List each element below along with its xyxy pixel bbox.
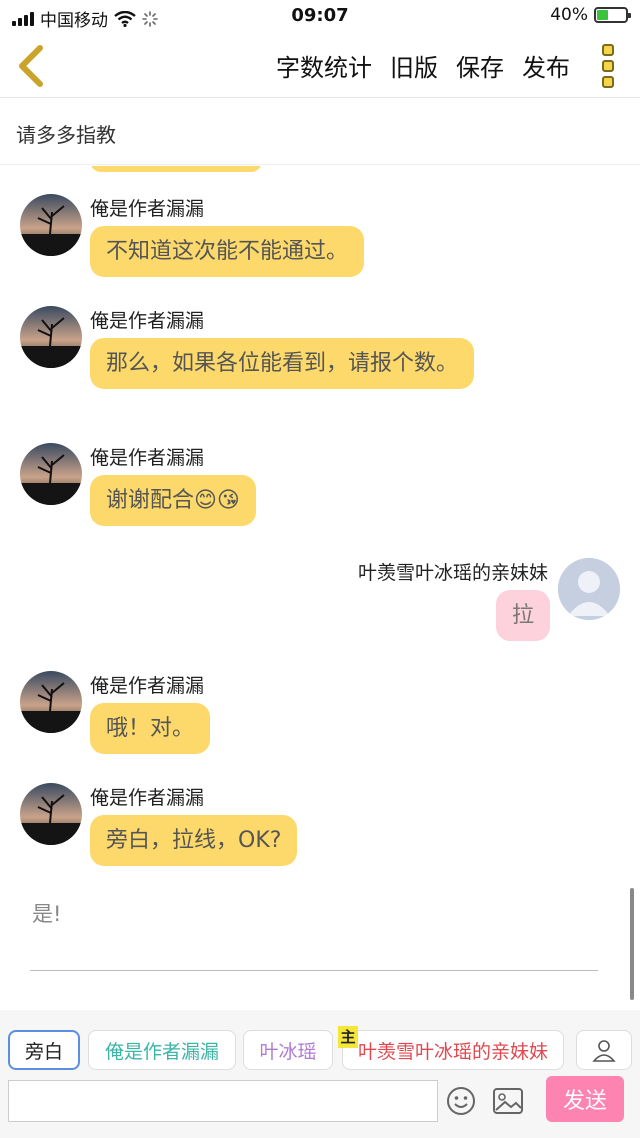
avatar[interactable]: [20, 783, 82, 845]
input-bar: 发送: [0, 1076, 640, 1138]
top-nav: 字数统计 旧版 保存 发布: [0, 34, 640, 98]
message-bubble[interactable]: 谢谢配合😊😘: [90, 475, 256, 526]
message-bubble[interactable]: 那么，如果各位能看到，请报个数。: [90, 338, 474, 389]
avatar[interactable]: [20, 671, 82, 733]
sender-name: 俺是作者漏漏: [90, 198, 205, 220]
host-badge: 主: [338, 1026, 358, 1048]
sender-name: 俺是作者漏漏: [90, 787, 205, 809]
chevron-left-icon[interactable]: [12, 44, 52, 88]
message-bubble[interactable]: 哦！对。: [90, 703, 211, 754]
avatar[interactable]: [20, 306, 82, 368]
save-button[interactable]: 保存: [456, 48, 504, 83]
chat-area[interactable]: 俺是作者漏漏 不知道这次能不能通过。 俺是作者漏漏 那么，如果各位能看到，请报个…: [0, 166, 640, 1006]
sender-name: 俺是作者漏漏: [90, 310, 205, 332]
role-ice-button[interactable]: 叶冰瑶: [243, 1030, 333, 1070]
battery-percent: 40%: [550, 5, 588, 25]
sender-name: 叶羡雪叶冰瑶的亲妹妹: [357, 562, 548, 584]
title-row: 请多多指教: [0, 99, 640, 165]
sender-name: 俺是作者漏漏: [90, 675, 205, 697]
more-vertical-icon[interactable]: [602, 44, 618, 88]
role-selector: 旁白 俺是作者漏漏 叶冰瑶 叶羡雪叶冰瑶的亲妹妹 主: [0, 1010, 640, 1080]
nav-actions: 字数统计 旧版 保存 发布: [276, 48, 570, 83]
avatar[interactable]: [558, 558, 620, 620]
scrollbar[interactable]: [630, 888, 634, 1000]
message-bubble[interactable]: 不知道这次能不能通过。: [90, 226, 365, 277]
add-role-button[interactable]: [576, 1030, 632, 1070]
publish-button[interactable]: 发布: [522, 48, 570, 83]
message-input[interactable]: [8, 1080, 438, 1122]
message-bubble[interactable]: 旁白，拉线，OK?: [90, 815, 298, 866]
role-sister-button[interactable]: 叶羡雪叶冰瑶的亲妹妹: [342, 1030, 564, 1070]
page-title[interactable]: 请多多指教: [16, 119, 116, 148]
status-time: 09:07: [291, 5, 349, 26]
status-bar: 中国移动 09:07 40%: [0, 0, 640, 34]
smiley-icon[interactable]: [446, 1086, 476, 1116]
narration-text[interactable]: 是!: [32, 898, 61, 928]
divider: [30, 970, 598, 971]
avatar[interactable]: [20, 443, 82, 505]
message-bubble[interactable]: 拉: [495, 590, 550, 641]
sender-name: 俺是作者漏漏: [90, 447, 205, 469]
send-button[interactable]: 发送: [546, 1076, 624, 1122]
user-icon: [592, 1040, 616, 1062]
role-author-button[interactable]: 俺是作者漏漏: [88, 1030, 236, 1070]
word-count-button[interactable]: 字数统计: [276, 48, 372, 83]
old-version-button[interactable]: 旧版: [390, 48, 438, 83]
role-narrator-button[interactable]: 旁白: [8, 1030, 80, 1070]
avatar[interactable]: [20, 194, 82, 256]
battery-icon: [594, 7, 631, 23]
image-icon[interactable]: [492, 1086, 524, 1116]
message-bubble-partial: [90, 166, 262, 172]
